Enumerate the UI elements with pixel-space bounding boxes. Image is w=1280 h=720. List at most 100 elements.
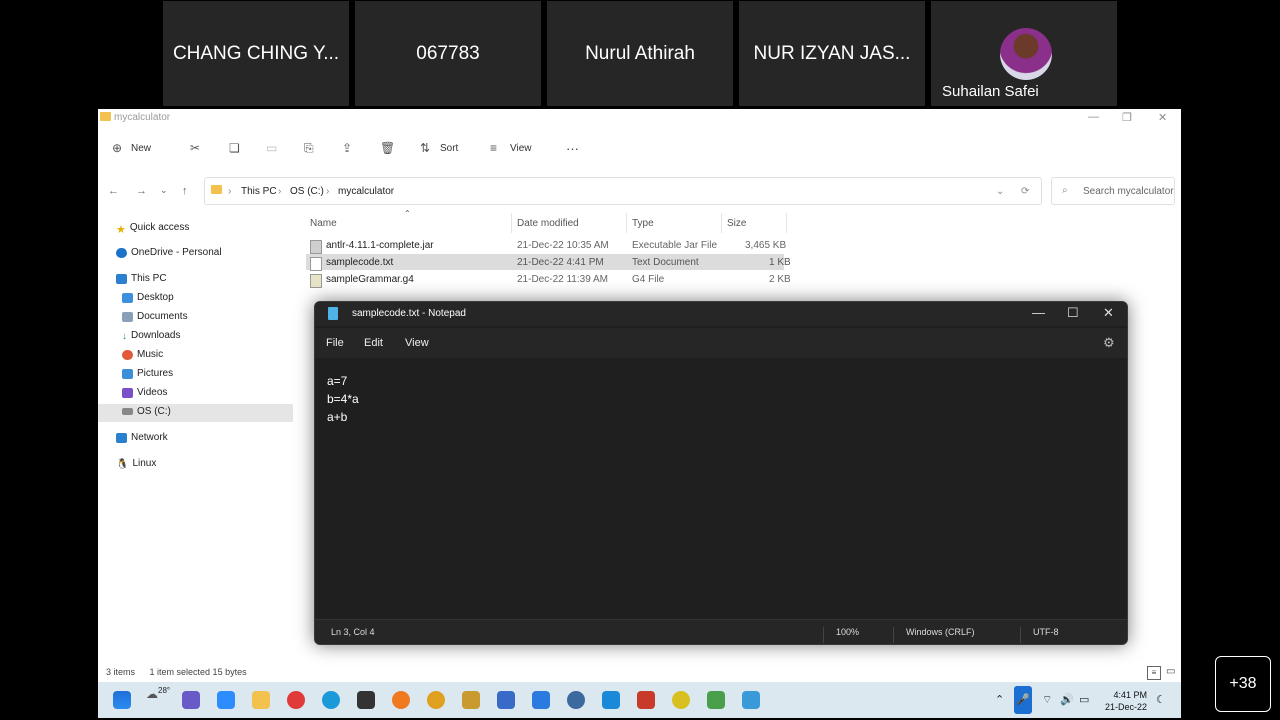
new-icon[interactable]: ⊕ (112, 141, 122, 155)
volume-icon[interactable]: 🔊 (1060, 693, 1074, 706)
computer-icon (116, 273, 127, 284)
zoom-icon[interactable] (217, 691, 235, 709)
recent-dropdown-icon[interactable]: ⌄ (160, 185, 168, 196)
address-bar[interactable]: › This PC › OS (C:) › mycalculator ⌄ ⟳ (204, 177, 1042, 205)
column-type[interactable]: Type (632, 218, 654, 229)
sidebar-item-linux[interactable]: 🐧 Linux (116, 458, 156, 470)
sidebar-item-onedrive[interactable]: OneDrive - Personal (116, 247, 222, 258)
minimize-icon[interactable]: — (1088, 111, 1099, 123)
app-icon[interactable] (357, 691, 375, 709)
chrome-icon[interactable] (427, 691, 445, 709)
participant-tile[interactable]: Suhailan Safei (931, 1, 1117, 106)
column-date[interactable]: Date modified (517, 218, 579, 229)
breadcrumb-this-pc[interactable]: This PC (241, 186, 277, 197)
participant-name: Suhailan Safei (942, 83, 1039, 100)
details-view-icon[interactable]: ≡ (1147, 666, 1161, 680)
battery-icon[interactable]: ▭ (1079, 693, 1089, 706)
notepad-title: samplecode.txt - Notepad (352, 308, 466, 319)
sidebar-item-downloads[interactable]: ↓ Downloads (122, 330, 180, 342)
teams-chat-icon[interactable] (182, 691, 200, 709)
column-name[interactable]: Name (310, 218, 337, 229)
time: 4:41 PM (1113, 690, 1148, 700)
sidebar-item-videos[interactable]: Videos (122, 387, 167, 398)
paste-icon[interactable]: ▭ (266, 141, 277, 155)
sidebar-item-this-pc[interactable]: This PC (116, 273, 167, 284)
microphone-icon[interactable]: 🎤 (1014, 686, 1032, 714)
up-icon[interactable]: ↑ (182, 185, 188, 197)
participant-name: 067783 (416, 42, 480, 64)
app-icon[interactable] (672, 691, 690, 709)
sidebar-item-pictures[interactable]: Pictures (122, 368, 173, 379)
jar-file-icon (310, 240, 322, 254)
sidebar-item-music[interactable]: Music (122, 349, 163, 360)
sidebar-item-quick-access[interactable]: ★ Quick access (116, 222, 189, 236)
chevron-up-icon[interactable]: ⌃ (995, 693, 1004, 706)
share-icon[interactable]: ⇪ (342, 141, 352, 155)
sort-icon[interactable]: ⇅ (420, 141, 430, 155)
view-button[interactable]: View (510, 143, 532, 154)
column-size[interactable]: Size (727, 218, 746, 229)
more-options-button[interactable]: ··· (566, 141, 579, 156)
cut-icon[interactable]: ✂ (190, 141, 200, 155)
breadcrumb-mycalculator[interactable]: mycalculator (338, 186, 394, 197)
more-participants-button[interactable]: +38 (1215, 656, 1271, 712)
back-icon[interactable]: ← (108, 185, 119, 197)
app-icon[interactable] (497, 691, 515, 709)
edge-icon[interactable] (322, 691, 340, 709)
app-icon[interactable] (287, 691, 305, 709)
menu-edit[interactable]: Edit (364, 337, 383, 349)
gear-icon[interactable]: ⚙ (1103, 335, 1115, 351)
participant-tile[interactable]: Nurul Athirah (547, 1, 733, 106)
sort-arrow-icon: ⌃ (404, 209, 411, 218)
rename-icon[interactable]: ⎘ (304, 141, 314, 156)
todo-icon[interactable] (532, 691, 550, 709)
wifi-icon[interactable]: ⌔ (1042, 693, 1052, 707)
view-icon[interactable]: ≡ (490, 141, 497, 155)
notepad-text-area[interactable]: a=7 b=4*a a+b (327, 372, 359, 426)
forward-icon[interactable]: → (136, 185, 147, 197)
app-icon[interactable] (567, 691, 585, 709)
chevron-down-icon[interactable]: ⌄ (996, 186, 1004, 197)
minimize-icon[interactable]: — (1032, 305, 1045, 320)
restore-icon[interactable]: ❐ (1122, 111, 1132, 124)
file-explorer-icon[interactable] (252, 691, 270, 709)
music-icon (122, 349, 133, 360)
sidebar-item-network[interactable]: Network (116, 432, 168, 443)
explorer-toolbar: ⊕ New ✂ ❏ ▭ ⎘ ⇪ 🗑 ⇅ Sort ≡ View ··· (98, 137, 1181, 159)
maximize-icon[interactable]: ☐ (1067, 305, 1079, 321)
sidebar-item-os-c[interactable]: OS (C:) (122, 406, 171, 417)
notepad-icon[interactable] (742, 691, 760, 709)
file-row[interactable]: sampleGrammar.g4 21-Dec-22 11:39 AM G4 F… (306, 271, 791, 288)
close-icon[interactable]: ✕ (1158, 111, 1167, 124)
notepad-titlebar: samplecode.txt - Notepad — ☐ ✕ (315, 302, 1127, 326)
file-row[interactable]: samplecode.txt 21-Dec-22 4:41 PM Text Do… (306, 254, 791, 271)
refresh-icon[interactable]: ⟳ (1021, 186, 1029, 197)
participant-tile[interactable]: NUR IZYAN JAS... (739, 1, 925, 106)
menu-view[interactable]: View (405, 337, 429, 349)
sort-button[interactable]: Sort (440, 143, 458, 154)
app-icon[interactable] (707, 691, 725, 709)
teamviewer-icon[interactable] (602, 691, 620, 709)
clock[interactable]: 4:41 PM 21-Dec-22 (1105, 689, 1147, 713)
drive-icon (122, 408, 133, 415)
search-input[interactable]: ⌕ Search mycalculator (1051, 177, 1175, 205)
file-row[interactable]: antlr-4.11.1-complete.jar 21-Dec-22 10:3… (306, 237, 786, 254)
close-icon[interactable]: ✕ (1103, 305, 1114, 321)
app-icon[interactable] (462, 691, 480, 709)
search-placeholder: Search mycalculator (1083, 186, 1174, 197)
delete-icon[interactable]: 🗑 (380, 141, 395, 155)
firefox-icon[interactable] (392, 691, 410, 709)
copy-icon[interactable]: ❏ (229, 141, 240, 155)
menu-file[interactable]: File (326, 337, 344, 349)
app-icon[interactable] (637, 691, 655, 709)
breadcrumb-os-c[interactable]: OS (C:) (290, 186, 324, 197)
new-button[interactable]: New (131, 143, 151, 154)
notification-icon[interactable]: ☾ (1156, 693, 1166, 706)
participant-tile[interactable]: CHANG CHING Y... (163, 1, 349, 106)
start-icon[interactable] (113, 691, 131, 709)
weather-icon[interactable]: ☁ (146, 687, 158, 701)
sidebar-item-desktop[interactable]: Desktop (122, 292, 174, 303)
tiles-view-icon[interactable]: ▭ (1166, 666, 1175, 677)
sidebar-item-documents[interactable]: Documents (122, 311, 188, 322)
participant-tile[interactable]: 067783 (355, 1, 541, 106)
